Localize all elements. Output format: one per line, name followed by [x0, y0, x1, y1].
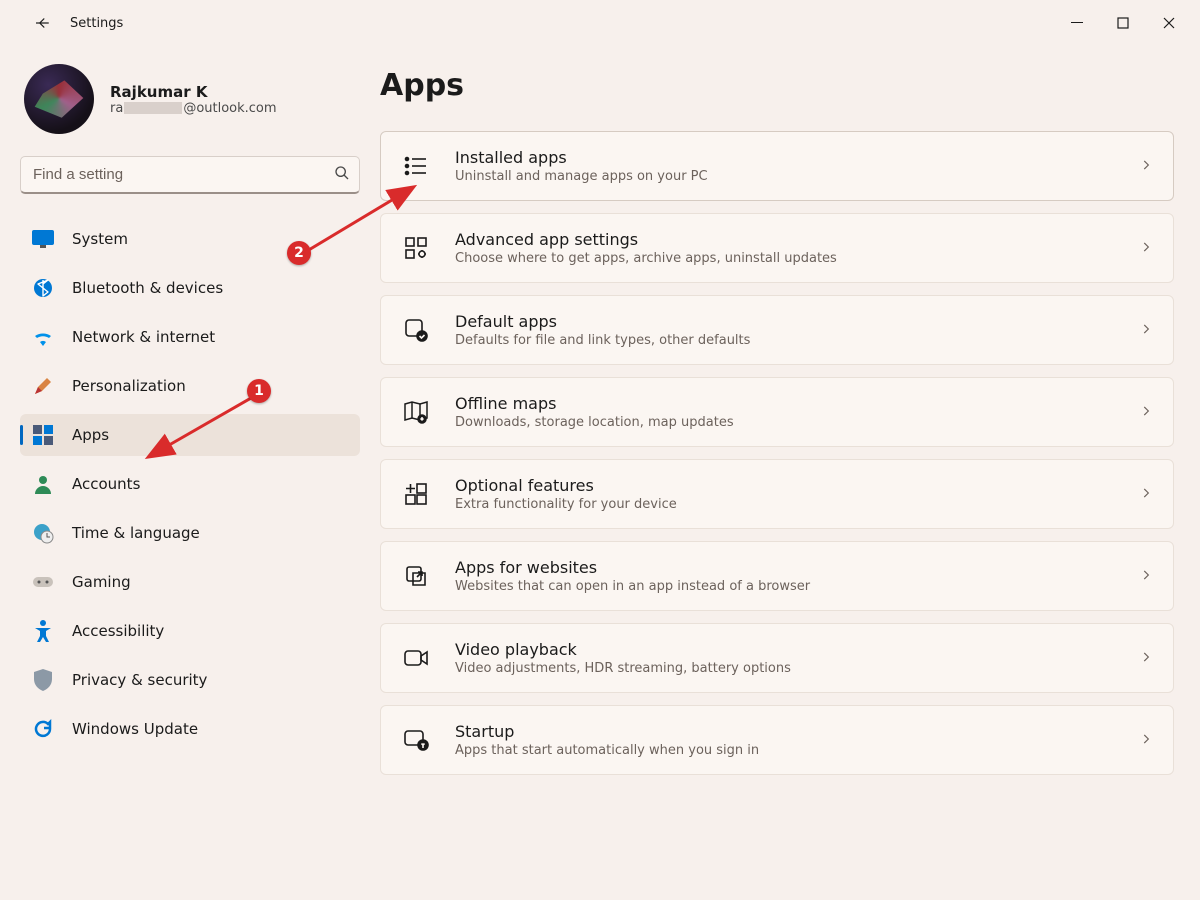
- card-startup[interactable]: Startup Apps that start automatically wh…: [380, 705, 1174, 775]
- apps-icon: [32, 424, 54, 446]
- person-icon: [32, 473, 54, 495]
- chevron-right-icon: [1139, 485, 1153, 504]
- sidebar-item-label: Windows Update: [72, 720, 198, 738]
- profile-block[interactable]: Rajkumar K ra@outlook.com: [20, 64, 360, 134]
- profile-name: Rajkumar K: [110, 83, 277, 101]
- sidebar-item-system[interactable]: System: [20, 218, 360, 260]
- app-check-icon: [403, 317, 429, 343]
- search-icon: [334, 165, 350, 185]
- card-subtitle: Uninstall and manage apps on your PC: [455, 169, 1113, 184]
- title-bar: Settings: [0, 0, 1200, 46]
- card-title: Startup: [455, 722, 1113, 741]
- sidebar-item-gaming[interactable]: Gaming: [20, 561, 360, 603]
- minimize-button[interactable]: [1054, 7, 1100, 39]
- wifi-icon: [32, 326, 54, 348]
- chevron-right-icon: [1139, 567, 1153, 586]
- sidebar-item-bluetooth[interactable]: Bluetooth & devices: [20, 267, 360, 309]
- card-subtitle: Apps that start automatically when you s…: [455, 743, 1113, 758]
- accessibility-icon: [32, 620, 54, 642]
- gamepad-icon: [32, 571, 54, 593]
- card-optional-features[interactable]: Optional features Extra functionality fo…: [380, 459, 1174, 529]
- close-icon: [1163, 17, 1175, 29]
- chevron-right-icon: [1139, 403, 1153, 422]
- card-offline-maps[interactable]: Offline maps Downloads, storage location…: [380, 377, 1174, 447]
- card-title: Default apps: [455, 312, 1113, 331]
- card-title: Optional features: [455, 476, 1113, 495]
- sidebar-item-label: Privacy & security: [72, 671, 207, 689]
- close-button[interactable]: [1146, 7, 1192, 39]
- sidebar-item-label: Bluetooth & devices: [72, 279, 223, 297]
- sidebar-item-label: Accounts: [72, 475, 140, 493]
- card-subtitle: Choose where to get apps, archive apps, …: [455, 251, 1113, 266]
- card-title: Offline maps: [455, 394, 1113, 413]
- globe-clock-icon: [32, 522, 54, 544]
- sidebar-item-apps[interactable]: Apps: [20, 414, 360, 456]
- profile-email: ra@outlook.com: [110, 101, 277, 116]
- chevron-right-icon: [1139, 157, 1153, 176]
- map-download-icon: [403, 399, 429, 425]
- sidebar-item-time[interactable]: Time & language: [20, 512, 360, 554]
- card-apps-for-websites[interactable]: Apps for websites Websites that can open…: [380, 541, 1174, 611]
- sidebar-item-label: Personalization: [72, 377, 186, 395]
- sidebar-item-accessibility[interactable]: Accessibility: [20, 610, 360, 652]
- redacted-segment: [124, 102, 182, 114]
- bluetooth-icon: [32, 277, 54, 299]
- window-title: Settings: [70, 16, 123, 31]
- card-subtitle: Extra functionality for your device: [455, 497, 1113, 512]
- window-controls: [1054, 7, 1192, 39]
- sidebar-item-label: System: [72, 230, 128, 248]
- card-title: Apps for websites: [455, 558, 1113, 577]
- card-subtitle: Downloads, storage location, map updates: [455, 415, 1113, 430]
- list-icon: [403, 153, 429, 179]
- card-installed-apps[interactable]: Installed apps Uninstall and manage apps…: [380, 131, 1174, 201]
- sidebar: Rajkumar K ra@outlook.com System: [0, 46, 380, 900]
- open-external-icon: [403, 563, 429, 589]
- card-default-apps[interactable]: Default apps Defaults for file and link …: [380, 295, 1174, 365]
- video-icon: [403, 645, 429, 671]
- sidebar-nav: System Bluetooth & devices Network & int…: [20, 218, 360, 750]
- sidebar-item-privacy[interactable]: Privacy & security: [20, 659, 360, 701]
- avatar: [24, 64, 94, 134]
- maximize-icon: [1117, 17, 1129, 29]
- startup-icon: [403, 727, 429, 753]
- card-title: Video playback: [455, 640, 1113, 659]
- paintbrush-icon: [32, 375, 54, 397]
- card-advanced-app-settings[interactable]: Advanced app settings Choose where to ge…: [380, 213, 1174, 283]
- sidebar-item-label: Time & language: [72, 524, 200, 542]
- back-button[interactable]: [22, 3, 62, 43]
- display-icon: [32, 228, 54, 250]
- card-title: Advanced app settings: [455, 230, 1113, 249]
- card-subtitle: Websites that can open in an app instead…: [455, 579, 1113, 594]
- shield-icon: [32, 669, 54, 691]
- sidebar-item-label: Accessibility: [72, 622, 164, 640]
- sidebar-item-label: Network & internet: [72, 328, 215, 346]
- sidebar-item-network[interactable]: Network & internet: [20, 316, 360, 358]
- card-title: Installed apps: [455, 148, 1113, 167]
- grid-plus-icon: [403, 481, 429, 507]
- card-subtitle: Defaults for file and link types, other …: [455, 333, 1113, 348]
- maximize-button[interactable]: [1100, 7, 1146, 39]
- update-icon: [32, 718, 54, 740]
- sidebar-item-label: Gaming: [72, 573, 131, 591]
- search-input[interactable]: [20, 156, 360, 194]
- grid-gear-icon: [403, 235, 429, 261]
- page-title: Apps: [380, 68, 1174, 103]
- card-subtitle: Video adjustments, HDR streaming, batter…: [455, 661, 1113, 676]
- sidebar-item-personalization[interactable]: Personalization: [20, 365, 360, 407]
- sidebar-item-accounts[interactable]: Accounts: [20, 463, 360, 505]
- chevron-right-icon: [1139, 731, 1153, 750]
- chevron-right-icon: [1139, 649, 1153, 668]
- minimize-icon: [1071, 17, 1083, 29]
- arrow-left-icon: [33, 14, 51, 32]
- sidebar-item-label: Apps: [72, 426, 109, 444]
- chevron-right-icon: [1139, 239, 1153, 258]
- search-box[interactable]: [20, 156, 360, 194]
- sidebar-item-update[interactable]: Windows Update: [20, 708, 360, 750]
- chevron-right-icon: [1139, 321, 1153, 340]
- card-video-playback[interactable]: Video playback Video adjustments, HDR st…: [380, 623, 1174, 693]
- main-content: Apps Installed apps Uninstall and manage…: [380, 46, 1200, 900]
